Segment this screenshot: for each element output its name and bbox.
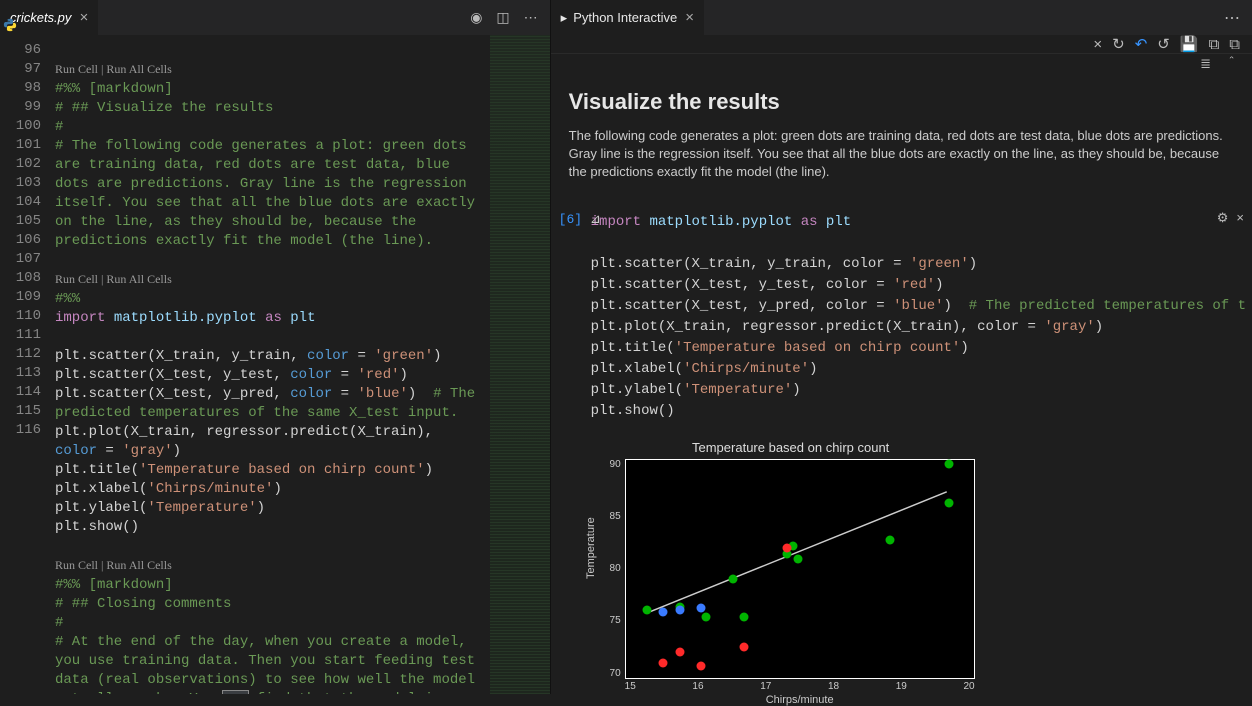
chart-ylabel: Temperature <box>585 517 597 579</box>
markdown-body: The following code generates a plot: gre… <box>569 127 1234 182</box>
restart-icon[interactable]: ↺ <box>1157 35 1170 53</box>
markdown-heading: Visualize the results <box>569 89 1234 115</box>
interactive-tab-label: Python Interactive <box>573 10 677 25</box>
cell-settings-icon[interactable]: ⚙ <box>1217 210 1229 226</box>
chart-title: Temperature based on chirp count <box>591 440 991 455</box>
chevron-right-icon: ▸ <box>561 10 568 26</box>
interactive-tabbar: ▸ Python Interactive × ⋯ <box>551 0 1252 35</box>
tab-filename: crickets.py <box>10 10 71 25</box>
split-editor-icon[interactable]: ◫ <box>496 9 509 26</box>
undo-icon[interactable]: ↶ <box>1135 35 1148 53</box>
code-content[interactable]: Run Cell | Run All Cells #%% [markdown] … <box>55 35 550 694</box>
chart-xlabel: Chirps/minute <box>625 694 975 706</box>
editor-tab-actions: ◉ ◫ ⋯ <box>470 9 549 26</box>
cell-code-content: import matplotlib.pyplot as plt plt.scat… <box>557 212 1246 422</box>
tab-close-icon[interactable]: × <box>79 9 88 26</box>
copy-icon[interactable]: ⧉ <box>1209 36 1220 53</box>
redo-icon[interactable]: ↻ <box>1112 35 1125 53</box>
editor-tab-crickets[interactable]: crickets.py × <box>0 0 98 35</box>
editor-tabbar: crickets.py × ◉ ◫ ⋯ <box>0 0 550 35</box>
line-gutter: 9697989910010110210310410510610710810911… <box>0 35 55 694</box>
more-icon[interactable]: ⋯ <box>524 9 538 26</box>
settings-icon[interactable]: ≣ <box>1200 56 1211 72</box>
chart-output: Temperature based on chirp count 9085807… <box>591 440 991 706</box>
chart-yticks: 9085807570 <box>605 459 621 679</box>
cell-close-icon[interactable]: × <box>1236 210 1244 226</box>
chevron-up-icon[interactable]: ＾ <box>1225 54 1238 73</box>
code-cell: ⚙ × [6] ⊿ import matplotlib.pyplot as pl… <box>557 212 1246 706</box>
interactive-pane: ▸ Python Interactive × ⋯ × ↻ ↶ ↺ 💾 ⧉ ⧉ ≣… <box>551 0 1252 694</box>
minimap[interactable] <box>490 35 550 694</box>
chart-frame <box>625 459 975 679</box>
interactive-toolbar: × ↻ ↶ ↺ 💾 ⧉ ⧉ <box>551 35 1252 54</box>
cell-exec-label: [6] ⊿ <box>559 212 601 227</box>
codelens-run-all[interactable]: Run All Cells <box>106 272 171 286</box>
markdown-cell: Visualize the results The following code… <box>551 73 1252 192</box>
chart-xticks: 151617181920 <box>625 681 975 692</box>
run-icon[interactable]: ◉ <box>470 9 482 26</box>
python-file-icon <box>3 18 17 32</box>
close-icon[interactable]: × <box>1093 36 1102 53</box>
codelens-run-cell[interactable]: Run Cell <box>55 558 98 572</box>
editor-pane: crickets.py × ◉ ◫ ⋯ 96979899100101102103… <box>0 0 551 694</box>
interactive-tab[interactable]: ▸ Python Interactive × <box>551 0 704 35</box>
codelens-run-all[interactable]: Run All Cells <box>106 558 171 572</box>
copy-all-icon[interactable]: ⧉ <box>1229 36 1240 53</box>
codelens-run-cell[interactable]: Run Cell <box>55 272 98 286</box>
codelens-run-cell[interactable]: Run Cell <box>55 62 98 76</box>
editor-area[interactable]: 9697989910010110210310410510610710810911… <box>0 35 550 694</box>
tab-close-icon[interactable]: × <box>685 9 694 26</box>
more-icon[interactable]: ⋯ <box>1224 8 1252 28</box>
save-icon[interactable]: 💾 <box>1180 35 1199 53</box>
codelens-run-all[interactable]: Run All Cells <box>106 62 171 76</box>
